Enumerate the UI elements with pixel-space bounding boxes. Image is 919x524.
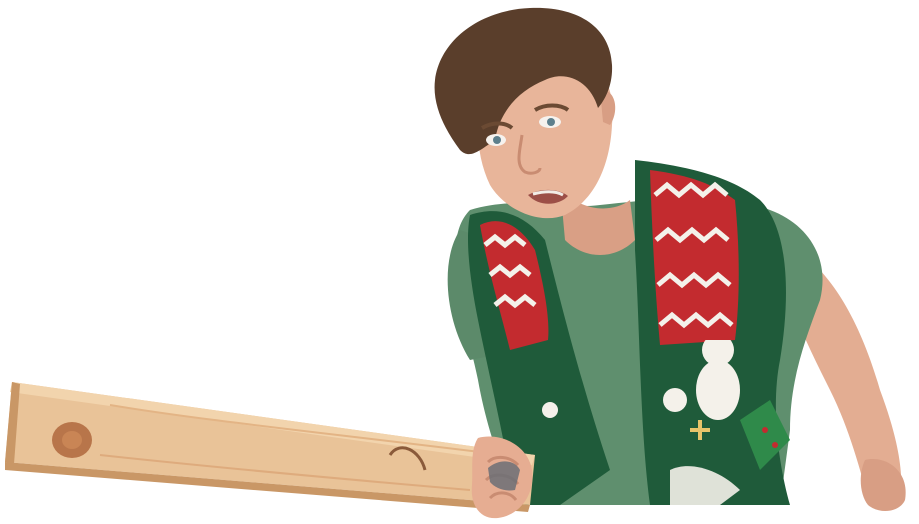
vest-pattern-right — [650, 170, 739, 345]
person-illustration — [5, 7, 906, 519]
cutout-scene — [0, 0, 919, 524]
wooden-plank — [5, 382, 535, 512]
